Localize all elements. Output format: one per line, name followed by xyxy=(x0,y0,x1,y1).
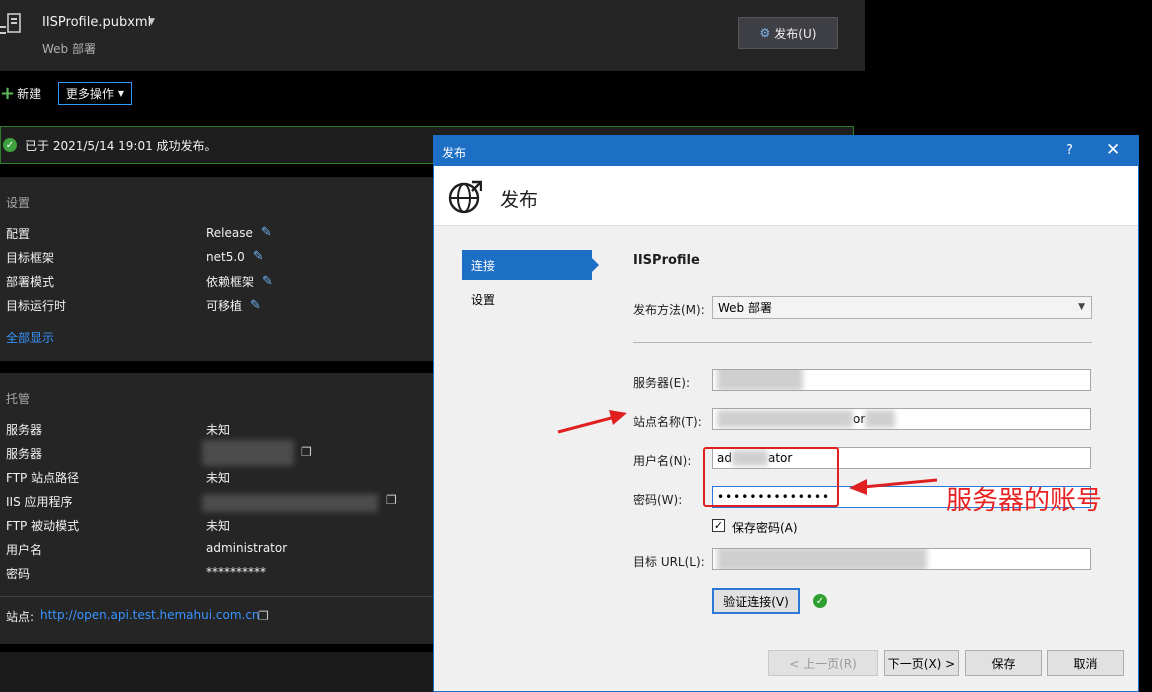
hosting-label: 服务器 xyxy=(6,447,43,461)
hosting-value: 未知 xyxy=(206,471,231,485)
next-button[interactable]: 下一页(X) > xyxy=(884,650,959,676)
publish-button-label: 发布(U) xyxy=(774,26,817,41)
success-message: 已于 2021/5/14 19:01 成功发布。 xyxy=(25,138,217,153)
edit-icon[interactable]: ✎ xyxy=(262,274,273,289)
annotation-text: 服务器的账号 xyxy=(946,486,1103,516)
publish-icon: ⚙ xyxy=(759,26,771,40)
publish-dialog: 发布 ? ✕ 发布 连接 设置 IISProfile 发布方法(M): Web … xyxy=(433,135,1139,692)
profile-header xyxy=(0,0,865,71)
setting-label: 部署模式 xyxy=(6,275,55,289)
setting-label: 配置 xyxy=(6,227,31,241)
hosting-label: FTP 站点路径 xyxy=(6,471,80,485)
setting-label: 目标框架 xyxy=(6,251,55,265)
method-label: 发布方法(M): xyxy=(633,303,705,317)
hosting-value: administrator xyxy=(206,541,288,555)
hosting-value: 未知 xyxy=(206,423,231,437)
dialog-title: 发布 xyxy=(442,146,467,160)
annotation-arrow-icon xyxy=(557,410,627,434)
publish-method-select[interactable]: Web 部署 ▼ xyxy=(712,296,1092,319)
site-name-label: 站点名称(T): xyxy=(633,415,702,429)
hosting-label: IIS 应用程序 xyxy=(6,495,73,509)
server-input[interactable] xyxy=(712,369,1091,391)
save-button[interactable]: 保存 xyxy=(965,650,1042,676)
nav-connect[interactable]: 连接 xyxy=(462,250,599,280)
help-button[interactable]: ? xyxy=(1066,143,1073,158)
setting-value-text: net5.0 xyxy=(206,249,245,264)
target-url-input[interactable] xyxy=(712,548,1091,570)
annotation-highlight-box xyxy=(703,447,839,507)
checkmark-icon: ✓ xyxy=(3,138,17,152)
setting-value: net5.0 ✎ xyxy=(206,249,264,264)
setting-value-text: Release xyxy=(206,225,253,240)
settings-panel xyxy=(0,177,434,361)
save-password-label[interactable]: 保存密码(A) xyxy=(732,519,798,536)
profile-subtitle: Web 部署 xyxy=(42,42,96,56)
hosting-label: 用户名 xyxy=(6,543,43,557)
publish-button[interactable]: ⚙ 发布(U) xyxy=(738,17,838,49)
redacted-value xyxy=(717,549,927,569)
separator xyxy=(633,342,1092,343)
bottom-strip xyxy=(0,652,434,692)
setting-value: 依赖框架 ✎ xyxy=(206,273,273,290)
setting-value-text: 可移植 xyxy=(206,299,243,313)
setting-value: 可移植 ✎ xyxy=(206,297,261,314)
publish-method-value: Web 部署 xyxy=(718,301,772,315)
new-label: 新建 xyxy=(17,87,42,101)
redacted-value xyxy=(865,410,896,428)
more-actions-label: 更多操作 xyxy=(65,87,114,101)
hosting-value: ********** xyxy=(206,565,266,579)
chevron-down-icon: ▼ xyxy=(1078,302,1085,312)
annotation-arrow-icon xyxy=(849,478,938,495)
edit-icon[interactable]: ✎ xyxy=(253,249,264,264)
nav-settings[interactable]: 设置 xyxy=(471,291,495,308)
checkmark-icon: ✓ xyxy=(813,594,827,608)
close-button[interactable]: ✕ xyxy=(1106,140,1120,160)
profile-name: IISProfile xyxy=(633,253,700,268)
username-label: 用户名(N): xyxy=(633,454,692,468)
setting-label: 目标运行时 xyxy=(6,299,67,313)
show-all-link[interactable]: 全部显示 xyxy=(6,329,54,346)
target-url-label: 目标 URL(L): xyxy=(633,555,705,569)
hosting-label: 服务器 xyxy=(6,423,43,437)
site-name-input[interactable]: or xyxy=(712,408,1091,430)
cancel-button[interactable]: 取消 xyxy=(1047,650,1124,676)
redacted-value xyxy=(717,370,803,390)
site-url-link[interactable]: http://open.api.test.hemahui.com.cn xyxy=(40,608,260,622)
edit-icon[interactable]: ✎ xyxy=(261,225,272,240)
password-label: 密码(W): xyxy=(633,493,683,507)
redacted-value xyxy=(717,410,853,428)
dialog-heading: 发布 xyxy=(500,189,539,211)
setting-value-text: 依赖框架 xyxy=(206,275,255,289)
profile-filename[interactable]: IISProfile.pubxml xyxy=(42,15,151,30)
new-profile-button[interactable]: + 新建 xyxy=(0,82,42,104)
edit-icon[interactable]: ✎ xyxy=(250,298,261,313)
globe-publish-icon xyxy=(448,180,482,214)
server-icon xyxy=(0,13,21,34)
copy-icon[interactable]: ❐ xyxy=(301,445,312,459)
redacted-iis-app xyxy=(202,494,378,512)
site-name-tail: or xyxy=(853,412,866,426)
prev-button[interactable]: < 上一页(R) xyxy=(768,650,878,676)
verify-connection-button[interactable]: 验证连接(V) xyxy=(712,588,800,614)
redacted-server xyxy=(202,440,294,466)
chevron-down-icon: ▼ xyxy=(117,89,125,98)
dialog-header: 发布 xyxy=(434,166,1138,226)
divider xyxy=(0,596,434,597)
plus-icon: + xyxy=(0,82,16,104)
copy-icon[interactable]: ❐ xyxy=(386,493,397,507)
chevron-down-icon[interactable]: ▼ xyxy=(148,17,155,27)
copy-icon[interactable]: ❐ xyxy=(258,609,269,623)
setting-value: Release ✎ xyxy=(206,225,272,240)
settings-title: 设置 xyxy=(6,196,31,210)
dialog-titlebar[interactable]: 发布 ? ✕ xyxy=(434,136,1138,166)
save-password-checkbox[interactable]: ✓ xyxy=(712,519,725,532)
more-actions-button[interactable]: 更多操作 ▼ xyxy=(58,82,132,105)
hosting-label: FTP 被动模式 xyxy=(6,519,80,533)
site-label: 站点: xyxy=(6,610,35,624)
hosting-value: 未知 xyxy=(206,519,231,533)
server-label: 服务器(E): xyxy=(633,376,690,390)
hosting-title: 托管 xyxy=(6,392,31,406)
hosting-label: 密码 xyxy=(6,567,31,581)
